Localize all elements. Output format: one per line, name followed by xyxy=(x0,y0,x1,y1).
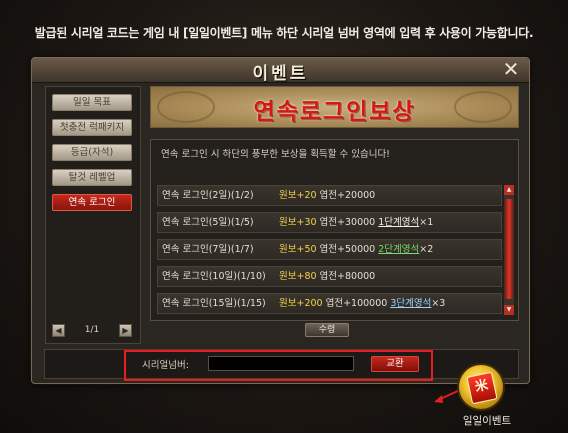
tab-first-charge-package[interactable]: 첫충전 럭패키지 xyxy=(52,119,132,136)
reward-scrollbar[interactable]: ▲ ▼ xyxy=(504,185,514,315)
scroll-down-icon[interactable]: ▼ xyxy=(504,305,514,315)
page-number: 1/1 xyxy=(84,325,100,335)
tab-grade[interactable]: 등급(자석) xyxy=(52,144,132,161)
reward-label: 연속 로그인(5일)(1/5) xyxy=(162,217,254,228)
scroll-thumb[interactable] xyxy=(505,199,513,299)
reward-label: 연속 로그인(15일)(1/15) xyxy=(162,298,266,309)
reward-label: 연속 로그인(2일)(1/2) xyxy=(162,190,254,201)
reward-row: 연속 로그인(2일)(1/2) 원보+20 엽전+20000 xyxy=(157,185,502,206)
reward-value: 원보+50 엽전+50000 2단계영석×2 xyxy=(279,244,434,255)
serial-number-label: 시리얼넘버: xyxy=(142,360,189,371)
daily-event-label: 일일이벤트 xyxy=(462,415,512,427)
sidebar: 일일 목표 첫충전 럭패키지 등급(자석) 탈것 레벨업 연속 로그인 ◀ 1/… xyxy=(45,86,141,344)
sidebar-pager: ◀ 1/1 ▶ xyxy=(52,324,132,340)
reward-row: 연속 로그인(15일)(1/15) 원보+200 엽전+100000 3단계영석… xyxy=(157,293,502,314)
reward-row: 연속 로그인(10일)(1/10) 원보+80 엽전+80000 xyxy=(157,266,502,287)
tab-mount-levelup[interactable]: 탈것 레벨업 xyxy=(52,169,132,186)
next-arrow-icon[interactable]: ▶ xyxy=(119,324,132,337)
tab-daily-goal[interactable]: 일일 목표 xyxy=(52,94,132,111)
banner-title: 연속로그인보상 xyxy=(253,99,416,125)
reward-value: 원보+20 엽전+20000 xyxy=(279,190,376,201)
serial-number-input[interactable] xyxy=(208,356,354,371)
reward-row: 연속 로그인(5일)(1/5) 원보+30 엽전+30000 1단계영석×1 xyxy=(157,212,502,233)
reward-list: 연속 로그인(2일)(1/2) 원보+20 엽전+20000 연속 로그인(5일… xyxy=(157,185,502,315)
close-icon[interactable]: ✕ xyxy=(501,58,521,80)
reward-label: 연속 로그인(10일)(1/10) xyxy=(162,271,266,282)
prev-arrow-icon[interactable]: ◀ xyxy=(52,324,65,337)
reward-panel: 연속 로그인 시 하단의 풍부한 보상을 획득할 수 있습니다! 연속 로그인(… xyxy=(150,139,519,321)
pointer-arrow-icon xyxy=(434,389,461,403)
reward-item-link[interactable]: 3단계영석 xyxy=(390,298,431,309)
event-window: 이벤트 ✕ 일일 목표 첫충전 럭패키지 등급(자석) 탈것 레벨업 연속 로그… xyxy=(31,57,530,384)
scroll-up-icon[interactable]: ▲ xyxy=(504,185,514,195)
window-titlebar: 이벤트 ✕ xyxy=(32,58,529,84)
reward-value: 원보+200 엽전+100000 3단계영석×3 xyxy=(279,298,446,309)
reward-value: 원보+80 엽전+80000 xyxy=(279,271,376,282)
daily-event-glyph: 米 xyxy=(466,371,498,405)
receive-button[interactable]: 수령 xyxy=(305,323,349,337)
window-title: 이벤트 xyxy=(252,64,309,84)
tab-consecutive-login[interactable]: 연속 로그인 xyxy=(52,194,132,211)
banner: 연속로그인보상 xyxy=(150,86,519,128)
reward-description: 연속 로그인 시 하단의 풍부한 보상을 획득할 수 있습니다! xyxy=(161,149,390,160)
notice-text: 발급된 시리얼 코드는 게임 내 [일일이벤트] 메뉴 하단 시리얼 넘버 영역… xyxy=(34,26,534,40)
reward-row: 연속 로그인(7일)(1/7) 원보+50 엽전+50000 2단계영석×2 xyxy=(157,239,502,260)
exchange-button[interactable]: 교환 xyxy=(371,356,419,372)
reward-item-link[interactable]: 2단계영석 xyxy=(378,244,419,255)
reward-value: 원보+30 엽전+30000 1단계영석×1 xyxy=(279,217,434,228)
reward-item-link[interactable]: 1단계영석 xyxy=(378,217,419,228)
reward-label: 연속 로그인(7일)(1/7) xyxy=(162,244,254,255)
daily-event-icon[interactable]: 米 xyxy=(459,365,503,409)
